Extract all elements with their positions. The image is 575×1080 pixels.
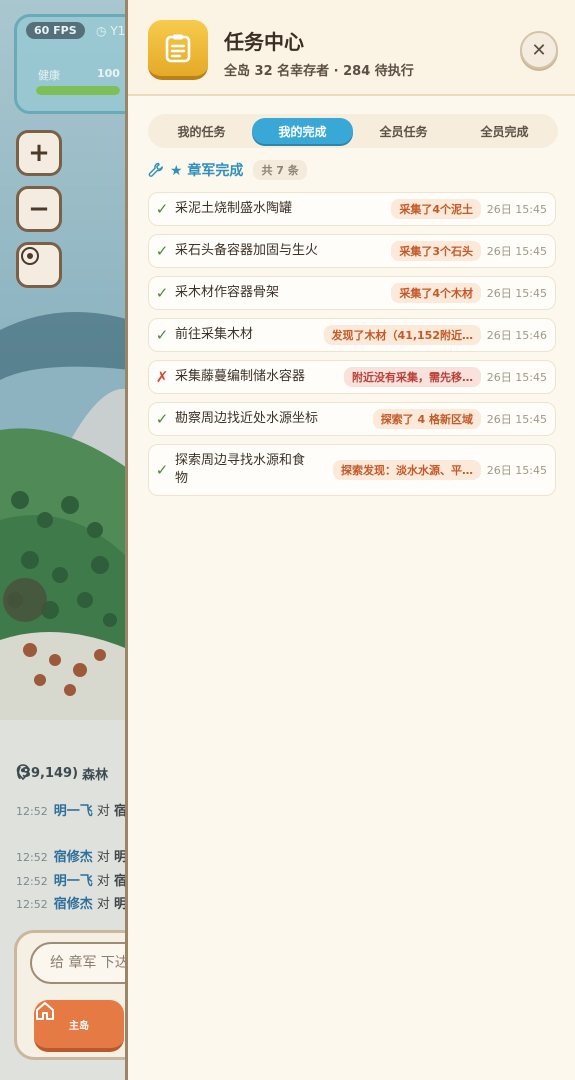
task-time: 26日 15:45 xyxy=(486,245,547,258)
task-result-badge: 采集了4个木材 xyxy=(391,283,481,303)
cross-icon: ✗ xyxy=(155,368,169,386)
task-list: ✓ 采泥土烧制盛水陶罐 采集了4个泥土 26日 15:45 ✓ 采石头备容器加固… xyxy=(148,192,556,504)
log-time: 12:52 xyxy=(16,875,48,888)
check-icon: ✓ xyxy=(155,461,169,479)
tab-my-completed[interactable]: 我的完成 xyxy=(252,118,353,144)
task-row[interactable]: ✓ 采木材作容器骨架 采集了4个木材 26日 15:45 xyxy=(148,276,556,310)
task-row[interactable]: ✓ 采石头备容器加固与生火 采集了3个石头 26日 15:45 xyxy=(148,234,556,268)
task-time: 26日 15:45 xyxy=(486,287,547,300)
task-result-badge: 探索发现：淡水水源、平… xyxy=(333,460,481,480)
task-time: 26日 15:45 xyxy=(486,203,547,216)
hud-clock: ◷ Y1 xyxy=(96,24,125,38)
chat-log-line: 12:52明一飞 对 宿修 xyxy=(16,800,140,819)
task-row[interactable]: ✓ 采泥土烧制盛水陶罐 采集了4个泥土 26日 15:45 xyxy=(148,192,556,226)
task-time: 26日 15:45 xyxy=(486,413,547,426)
check-icon: ✓ xyxy=(155,200,169,218)
check-icon: ✓ xyxy=(155,410,169,428)
task-row[interactable]: ✓ 探索周边寻找水源和食物 探索发现：淡水水源、平… 26日 15:45 xyxy=(148,444,556,496)
section-title: ★ 章军完成 xyxy=(170,163,244,179)
task-result-badge: 附近没有采集，需先移… xyxy=(344,367,481,387)
task-name: 探索周边寻找水源和食物 xyxy=(175,453,306,486)
log-time: 12:52 xyxy=(16,805,48,818)
task-result-badge: 探索了 4 格新区域 xyxy=(372,409,481,429)
task-name: 采集藤蔓编制储水容器 xyxy=(175,369,306,384)
task-result-badge: 采集了4个泥土 xyxy=(391,199,481,219)
chat-log-line: 12:52宿修杰 对 明一 xyxy=(16,846,140,865)
location-readout: (39,149) 森林 xyxy=(16,764,108,783)
locate-button[interactable] xyxy=(16,242,62,288)
task-center-panel: 任务中心 全岛 32 名幸存者 · 284 待执行 ✕ 我的任务 我的完成 全员… xyxy=(125,0,575,1080)
location-terrain: 森林 xyxy=(82,768,109,783)
log-actor: 明一飞 xyxy=(53,804,93,819)
section-header: ★ 章军完成 共 7 条 xyxy=(148,160,307,180)
log-verb: 对 xyxy=(92,804,114,819)
task-time: 26日 15:45 xyxy=(486,371,547,384)
check-icon: ✓ xyxy=(155,326,169,344)
wrench-icon xyxy=(148,162,163,177)
task-row[interactable]: ✗ 采集藤蔓编制储水容器 附近没有采集，需先移… 26日 15:45 xyxy=(148,360,556,394)
tab-all-tasks[interactable]: 全员任务 xyxy=(353,118,454,144)
task-result-badge: 发现了木材（41,152附近… xyxy=(323,325,481,345)
log-actor: 宿修杰 xyxy=(53,897,93,912)
log-verb: 对 xyxy=(92,897,114,912)
task-name: 勘察周边找近处水源坐标 xyxy=(175,411,319,426)
clock-icon: ◷ xyxy=(96,24,107,38)
home-button[interactable]: 主岛 xyxy=(34,1000,124,1052)
check-icon: ✓ xyxy=(155,242,169,260)
task-time: 26日 15:45 xyxy=(486,464,547,477)
tab-my-tasks[interactable]: 我的任务 xyxy=(151,118,252,144)
log-time: 12:52 xyxy=(16,851,48,864)
task-tabs: 我的任务 我的完成 全员任务 全员完成 xyxy=(148,114,558,148)
log-actor: 宿修杰 xyxy=(53,850,93,865)
log-actor: 明一飞 xyxy=(53,874,93,889)
tab-all-completed[interactable]: 全员完成 xyxy=(454,118,555,144)
close-icon: ✕ xyxy=(531,39,547,61)
health-value: 100 xyxy=(97,67,120,80)
fps-badge: 60 FPS xyxy=(26,22,85,39)
task-name: 采泥土烧制盛水陶罐 xyxy=(175,201,293,216)
panel-subtitle: 全岛 32 名幸存者 · 284 待执行 xyxy=(224,64,414,79)
task-name: 采木材作容器骨架 xyxy=(175,285,280,300)
task-time: 26日 15:46 xyxy=(486,329,547,342)
task-result-badge: 采集了3个石头 xyxy=(391,241,481,261)
health-bar-fill xyxy=(36,86,120,95)
task-row[interactable]: ✓ 勘察周边找近处水源坐标 探索了 4 格新区域 26日 15:45 xyxy=(148,402,556,436)
clipboard-icon xyxy=(148,20,208,80)
home-label: 主岛 xyxy=(69,1020,89,1032)
chat-log-line: 12:52宿修杰 对 明一 xyxy=(16,893,140,912)
log-time: 12:52 xyxy=(16,898,48,911)
panel-title: 任务中心 xyxy=(224,30,304,54)
panel-header: 任务中心 全岛 32 名幸存者 · 284 待执行 ✕ xyxy=(128,0,575,96)
task-name: 采石头备容器加固与生火 xyxy=(175,243,319,258)
close-button[interactable]: ✕ xyxy=(520,31,558,69)
health-label: 健康 xyxy=(38,69,60,82)
section-count: 共 7 条 xyxy=(253,160,307,180)
target-icon xyxy=(21,247,39,265)
clock-text: Y1 xyxy=(110,24,126,38)
log-verb: 对 xyxy=(92,850,114,865)
pin-icon xyxy=(16,764,30,780)
zoom-out-button[interactable]: − xyxy=(16,186,62,232)
health-bar xyxy=(36,86,120,95)
chat-log-line: 12:52明一飞 对 宿修 xyxy=(16,870,140,889)
zoom-in-button[interactable]: + xyxy=(16,130,62,176)
task-row[interactable]: ✓ 前往采集木材 发现了木材（41,152附近… 26日 15:46 xyxy=(148,318,556,352)
home-icon xyxy=(36,1002,54,1020)
check-icon: ✓ xyxy=(155,284,169,302)
log-verb: 对 xyxy=(92,874,114,889)
task-name: 前往采集木材 xyxy=(175,327,254,342)
